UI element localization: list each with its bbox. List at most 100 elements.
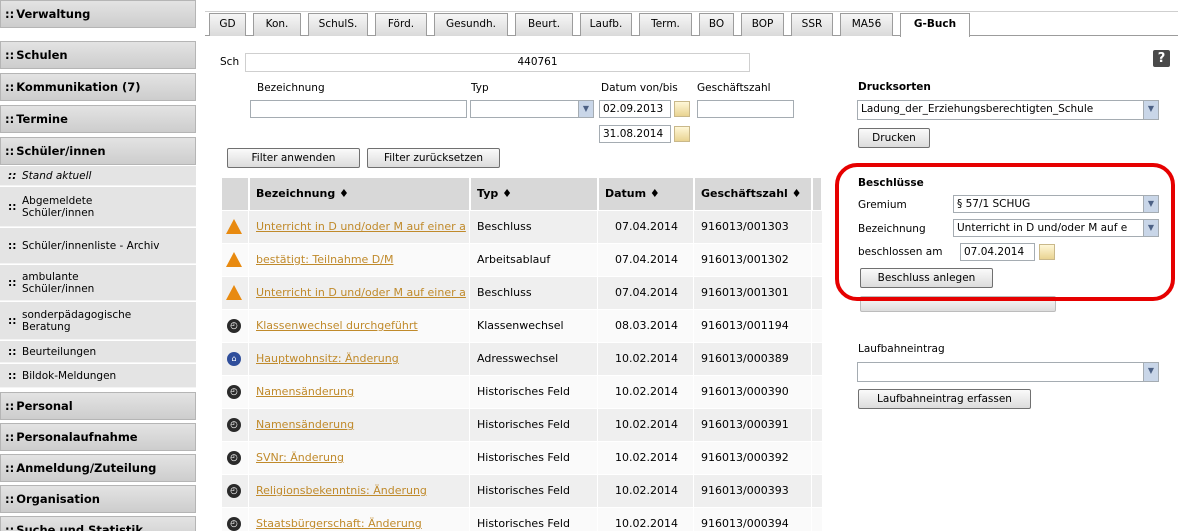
sidebar-item-suche[interactable]: :: Suche und Statistik (0, 516, 196, 531)
sidebar-item-anmeldung[interactable]: :: Anmeldung/Zuteilung (0, 454, 196, 482)
table-cell: 916013/000389 (695, 343, 812, 375)
sidebar-subitem-ambulante[interactable]: :: ambulante Schüler/innen (0, 265, 196, 301)
tab-bar: GD Kon. SchulS. Förd. Gesundh. Beurt. La… (205, 13, 1178, 37)
tab-beurt[interactable]: Beurt. (515, 13, 573, 36)
row-typ: Adresswechsel (477, 352, 559, 365)
row-bezeichnung-link[interactable]: Unterricht in D und/oder M auf einer a (256, 286, 466, 299)
row-datum: 10.02.2014 (615, 418, 678, 431)
tab-term[interactable]: Term. (639, 13, 692, 36)
top-divider (205, 11, 1178, 12)
table-row[interactable]: ◴ Staatsbürgerschaft: Änderung Historische… (222, 508, 822, 531)
bullet-icon: :: (5, 492, 15, 506)
row-icon-cell: ⌂ (222, 343, 249, 375)
filter-reset-button[interactable]: Filter zurücksetzen (367, 148, 500, 168)
row-geschaeftszahl: 916013/000389 (701, 352, 789, 365)
bullet-icon: :: (8, 239, 17, 252)
tab-bo[interactable]: BO (699, 13, 734, 36)
sidebar-subitem-abgemeldete[interactable]: :: Abgemeldete Schüler/innen (0, 187, 196, 227)
filter-geschaeftszahl-label: Geschäftszahl (697, 82, 771, 94)
row-bezeichnung-link[interactable]: Namensänderung (256, 385, 354, 398)
sidebar-item-personal[interactable]: :: Personal (0, 392, 196, 420)
sidebar-item-label: Termine (16, 112, 68, 126)
sidebar-item-kommunikation[interactable]: :: Kommunikation (7) (0, 73, 196, 101)
tab-ma56[interactable]: MA56 (840, 13, 893, 36)
sidebar-item-termine[interactable]: :: Termine (0, 105, 196, 133)
tab-kon[interactable]: Kon. (253, 13, 301, 36)
sidebar-subitem-beurteilungen[interactable]: :: Beurteilungen (0, 341, 196, 363)
sidebar-item-label: Suche und Statistik (16, 523, 144, 531)
sidebar-item-organisation[interactable]: :: Organisation (0, 485, 196, 513)
tab-gd[interactable]: GD (209, 13, 246, 36)
clock-icon: ◴ (227, 385, 241, 399)
row-bezeichnung-link[interactable]: Unterricht in D und/oder M auf einer a (256, 220, 466, 233)
row-bezeichnung-link[interactable]: SVNr: Änderung (256, 451, 344, 464)
row-datum: 10.02.2014 (615, 385, 678, 398)
table-cell: Unterricht in D und/oder M auf einer a (250, 277, 470, 309)
table-cell: 916013/001301 (695, 277, 812, 309)
sidebar-subitem-archiv[interactable]: :: Schüler/innenliste - Archiv (0, 228, 196, 264)
calendar-icon[interactable] (674, 126, 690, 142)
table-row[interactable]: Unterricht in D und/oder M auf einer a Be… (222, 211, 822, 244)
sidebar-item-schulen[interactable]: :: Schulen (0, 41, 196, 69)
sidebar-subitem-sonderpaedagogisch[interactable]: :: sonderpädagogische Beratung (0, 302, 196, 340)
help-icon[interactable]: ? (1153, 50, 1170, 67)
laufbahn-select[interactable]: ▼ (857, 362, 1159, 382)
row-datum: 07.04.2014 (615, 253, 678, 266)
table-cell: 10.02.2014 (599, 343, 694, 375)
tab-laufb[interactable]: Laufb. (580, 13, 632, 36)
sidebar-item-label: Organisation (16, 492, 100, 506)
row-bezeichnung-link[interactable]: Religionsbekenntnis: Änderung (256, 484, 427, 497)
filter-typ-select[interactable]: ▼ (470, 100, 594, 118)
tab-gesundh[interactable]: Gesundh. (434, 13, 508, 36)
tab-ssr[interactable]: SSR (791, 13, 833, 36)
table-header-datum[interactable]: Datum ♦ (599, 178, 694, 210)
sidebar-subitem-bildok[interactable]: :: Bildok-Meldungen (0, 364, 196, 388)
row-typ: Klassenwechsel (477, 319, 564, 332)
filter-geschaeftszahl-input[interactable] (697, 100, 794, 118)
table-row[interactable]: ◴ Namensänderung Historisches Feld 10.02.20… (222, 409, 822, 442)
filter-bezeichnung-label: Bezeichnung (257, 82, 325, 94)
filter-bezeichnung-input[interactable] (250, 100, 467, 118)
sidebar-subitem-label: Abgemeldete Schüler/innen (22, 194, 95, 219)
filter-apply-button[interactable]: Filter anwenden (227, 148, 360, 168)
filter-datum-bis[interactable]: 31.08.2014 (599, 125, 671, 143)
table-row[interactable]: ◴ Namensänderung Historisches Feld 10.02.20… (222, 376, 822, 409)
sidebar-subitem-stand-aktuell[interactable]: :: Stand aktuell (0, 166, 196, 186)
filter-datum-von[interactable]: 02.09.2013 (599, 100, 671, 118)
tab-foerd[interactable]: Förd. (375, 13, 427, 36)
tab-schuls[interactable]: SchulS. (308, 13, 368, 36)
table-cell: Unterricht in D und/oder M auf einer a (250, 211, 470, 243)
sidebar-item-personalaufnahme[interactable]: :: Personalaufnahme (0, 423, 196, 451)
bullet-icon: :: (5, 461, 15, 475)
sidebar-item-label: Personal (16, 399, 73, 413)
table-row[interactable]: ◴ Religionsbekenntnis: Änderung Historisch… (222, 475, 822, 508)
table-row[interactable]: ⌂ Hauptwohnsitz: Änderung Adresswechsel 10.… (222, 343, 822, 376)
sidebar-item-schueler[interactable]: :: Schüler/innen (0, 137, 196, 165)
table-header-geschaeftszahl[interactable]: Geschäftszahl ♦ (695, 178, 812, 210)
row-icon-cell: ◴ (222, 442, 249, 474)
table-row[interactable]: Unterricht in D und/oder M auf einer a Be… (222, 277, 822, 310)
sidebar-item-label: Personalaufnahme (16, 430, 138, 444)
tab-g-buch[interactable]: G-Buch (900, 13, 970, 37)
drucksorten-select[interactable]: Ladung_der_Erziehungsberechtigten_Schule… (857, 100, 1159, 120)
print-button[interactable]: Drucken (858, 128, 930, 148)
laufbahn-capture-button[interactable]: Laufbahneintrag erfassen (858, 389, 1031, 409)
row-bezeichnung-link[interactable]: Hauptwohnsitz: Änderung (256, 352, 399, 365)
tab-bop[interactable]: BOP (741, 13, 784, 36)
sidebar-subitem-label: Beurteilungen (22, 345, 97, 358)
table-row[interactable]: bestätigt: Teilnahme D/M Arbeitsablauf 07.… (222, 244, 822, 277)
sidebar-subitem-label: ambulante Schüler/innen (22, 270, 95, 295)
table-cell: 08.03.2014 (599, 310, 694, 342)
table-header-typ[interactable]: Typ ♦ (471, 178, 598, 210)
calendar-icon[interactable] (674, 101, 690, 117)
row-bezeichnung-link[interactable]: bestätigt: Teilnahme D/M (256, 253, 393, 266)
sidebar-item-verwaltung[interactable]: :: Verwaltung (0, 0, 196, 28)
table-cell: 10.02.2014 (599, 508, 694, 531)
row-bezeichnung-link[interactable]: Namensänderung (256, 418, 354, 431)
table-header-bezeichnung[interactable]: Bezeichnung ♦ (250, 178, 470, 210)
table-row[interactable]: ◴ Klassenwechsel durchgeführt Klassenwechs… (222, 310, 822, 343)
row-bezeichnung-link[interactable]: Klassenwechsel durchgeführt (256, 319, 418, 332)
table-row[interactable]: ◴ SVNr: Änderung Historisches Feld 10.02.20… (222, 442, 822, 475)
row-geschaeftszahl: 916013/000393 (701, 484, 789, 497)
row-bezeichnung-link[interactable]: Staatsbürgerschaft: Änderung (256, 517, 422, 530)
